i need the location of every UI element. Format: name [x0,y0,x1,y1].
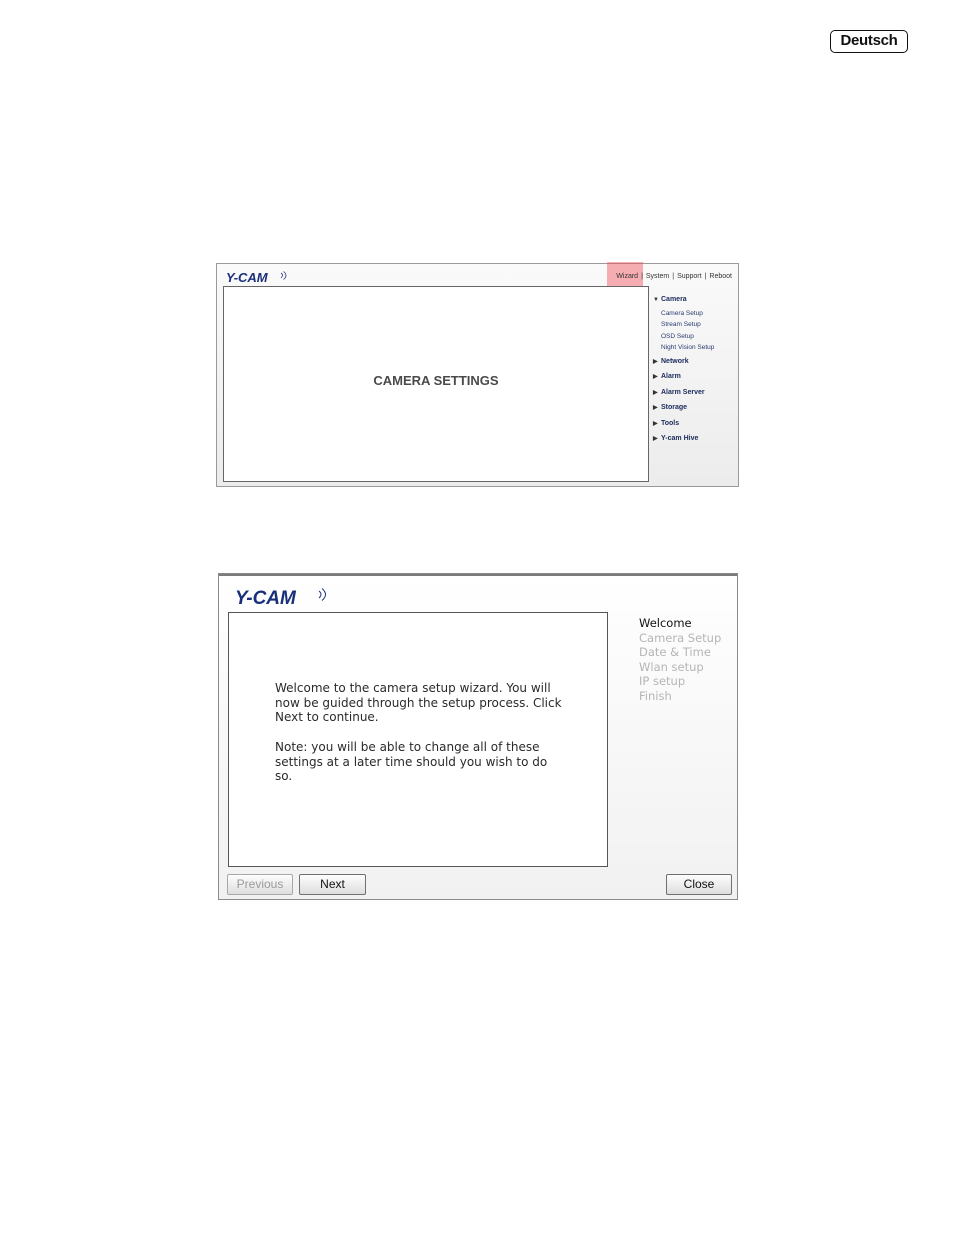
triangle-right-icon: ▶ [653,405,658,411]
menu-camera-setup[interactable]: Camera Setup [653,308,737,320]
step-ip-setup: IP setup [639,674,686,689]
triangle-right-icon: ▶ [653,358,658,365]
step-date-time: Date & Time [639,645,711,660]
close-button[interactable]: Close [666,874,732,895]
nav-separator: | [672,273,675,280]
triangle-right-icon: ▶ [653,374,658,380]
step-wlan-setup: Wlan setup [639,659,704,674]
menu-stream-setup[interactable]: Stream Setup [653,319,737,331]
nav-support[interactable]: Support [677,273,702,280]
note-text: Note: you will be able to change all of … [275,740,548,784]
welcome-text: Welcome to the camera setup wizard. You … [275,681,562,725]
nav-system[interactable]: System [646,273,669,280]
menu-alarm-server[interactable]: ▶ Alarm Server [653,385,737,401]
svg-text:Y-CAM: Y-CAM [235,588,297,607]
menu-storage[interactable]: ▶ Storage [653,400,737,416]
ycam-logo: Y-CAM [226,270,287,285]
triangle-down-icon: ▼ [653,297,659,303]
menu-camera[interactable]: ▼ Camera [653,292,737,308]
setup-wizard-screenshot: Y-CAM Welcome to the camera setup wizard… [218,573,738,900]
svg-text:Y-CAM: Y-CAM [226,270,269,285]
nav-wizard[interactable]: Wizard [616,273,638,280]
menu-ycam-hive[interactable]: ▶ Y-cam Hive [653,431,737,447]
step-finish: Finish [639,688,672,703]
step-welcome: Welcome [639,616,692,630]
wizard-content-panel: Welcome to the camera setup wizard. You … [228,612,608,867]
triangle-right-icon: ▶ [653,436,658,442]
top-navigation: Wizard | System | Support | Reboot [616,273,732,280]
main-content-panel: CAMERA SETTINGS [223,286,649,482]
triangle-right-icon: ▶ [653,389,658,396]
side-menu: ▼ Camera Camera Setup Stream Setup OSD Se… [653,292,737,447]
nav-separator: | [704,273,707,280]
ycam-logo: Y-CAM [235,588,326,607]
language-badge[interactable]: Deutsch [830,30,908,53]
menu-alarm[interactable]: ▶ Alarm [653,369,737,385]
menu-tools[interactable]: ▶ Tools [653,416,737,432]
next-button[interactable]: Next [299,874,366,895]
nav-reboot[interactable]: Reboot [709,273,732,280]
menu-network[interactable]: ▶ Network [653,354,737,370]
previous-button[interactable]: Previous [227,874,293,895]
wizard-steps: Welcome Camera Setup Date & Time Wlan se… [639,616,735,704]
step-camera-setup: Camera Setup [639,630,722,645]
menu-night-vision-setup[interactable]: Night Vision Setup [653,342,737,354]
camera-settings-title: CAMERA SETTINGS [373,373,499,388]
camera-settings-screenshot: Y-CAM Wizard | System | Support | Reboot CAMER… [216,262,739,487]
menu-osd-setup[interactable]: OSD Setup [653,331,737,343]
nav-separator: | [641,273,643,280]
triangle-right-icon: ▶ [653,420,658,427]
